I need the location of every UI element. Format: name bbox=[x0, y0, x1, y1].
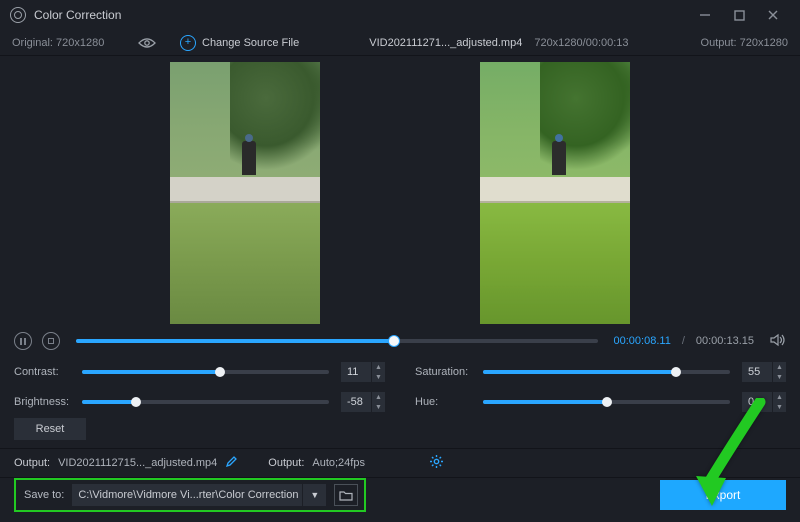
change-source-button[interactable]: + Change Source File bbox=[180, 35, 299, 51]
volume-icon[interactable] bbox=[770, 333, 786, 350]
saturation-value[interactable]: 55▲▼ bbox=[742, 362, 786, 382]
header-bar: Original: 720x1280 + Change Source File … bbox=[0, 30, 800, 56]
time-separator: / bbox=[682, 335, 685, 347]
timeline-slider[interactable] bbox=[76, 339, 598, 343]
change-source-label: Change Source File bbox=[202, 37, 299, 49]
original-preview bbox=[170, 62, 320, 324]
time-current: 00:00:08.11 bbox=[614, 335, 671, 347]
reset-button[interactable]: Reset bbox=[14, 418, 86, 440]
preview-toggle-icon[interactable] bbox=[132, 37, 162, 49]
saturation-control: Saturation: 55▲▼ bbox=[415, 362, 786, 382]
original-label-block: Original: 720x1280 bbox=[12, 37, 132, 49]
save-to-label: Save to: bbox=[24, 489, 64, 501]
output-label: Output: bbox=[701, 37, 737, 49]
output-info-row: Output: VID2021112715..._adjusted.mp4 Ou… bbox=[0, 449, 800, 477]
output-file-label: Output: bbox=[14, 457, 50, 469]
contrast-value[interactable]: 11▲▼ bbox=[341, 362, 385, 382]
contrast-label: Contrast: bbox=[14, 366, 78, 378]
save-row: Save to: C:\Vidmore\Vidmore Vi...rter\Co… bbox=[0, 478, 800, 512]
edit-filename-icon[interactable] bbox=[225, 455, 238, 471]
contrast-control: Contrast: 11▲▼ bbox=[14, 362, 385, 382]
stepper-up-icon[interactable]: ▲ bbox=[773, 362, 786, 372]
output-label-block: Output: 720x1280 bbox=[701, 37, 788, 49]
save-path-dropdown[interactable]: ▼ bbox=[302, 484, 326, 506]
controls-grid: Contrast: 11▲▼ Saturation: 55▲▼ Brightne… bbox=[0, 356, 800, 414]
app-icon bbox=[10, 7, 26, 23]
stepper-up-icon[interactable]: ▲ bbox=[372, 392, 385, 402]
minimize-button[interactable] bbox=[688, 0, 722, 30]
stop-button[interactable] bbox=[42, 332, 60, 350]
save-path-field[interactable]: C:\Vidmore\Vidmore Vi...rter\Color Corre… bbox=[72, 484, 302, 506]
stepper-down-icon[interactable]: ▼ bbox=[773, 372, 786, 382]
output-format-label: Output: bbox=[268, 457, 304, 469]
saturation-label: Saturation: bbox=[415, 366, 479, 378]
stepper-down-icon[interactable]: ▼ bbox=[372, 402, 385, 412]
hue-slider[interactable] bbox=[483, 400, 730, 404]
output-format: Auto;24fps bbox=[312, 457, 365, 469]
settings-icon[interactable] bbox=[429, 454, 444, 472]
preview-area bbox=[0, 56, 800, 326]
save-to-highlight: Save to: C:\Vidmore\Vidmore Vi...rter\Co… bbox=[14, 478, 366, 512]
original-dims: 720x1280 bbox=[56, 37, 104, 49]
export-button[interactable]: Export bbox=[660, 480, 786, 510]
hue-value[interactable]: 0▲▼ bbox=[742, 392, 786, 412]
brightness-value[interactable]: -58▲▼ bbox=[341, 392, 385, 412]
source-dims-duration: 720x1280/00:00:13 bbox=[534, 37, 628, 49]
output-filename: VID2021112715..._adjusted.mp4 bbox=[58, 457, 217, 469]
close-button[interactable] bbox=[756, 0, 790, 30]
brightness-slider[interactable] bbox=[82, 400, 329, 404]
browse-folder-button[interactable] bbox=[334, 484, 358, 506]
time-total: 00:00:13.15 bbox=[696, 335, 754, 347]
stepper-up-icon[interactable]: ▲ bbox=[372, 362, 385, 372]
brightness-label: Brightness: bbox=[14, 396, 78, 408]
source-filename: VID202111271..._adjusted.mp4 bbox=[369, 37, 522, 49]
stepper-down-icon[interactable]: ▼ bbox=[372, 372, 385, 382]
output-dims: 720x1280 bbox=[740, 37, 788, 49]
hue-control: Hue: 0▲▼ bbox=[415, 392, 786, 412]
stepper-down-icon[interactable]: ▼ bbox=[773, 402, 786, 412]
maximize-button[interactable] bbox=[722, 0, 756, 30]
window-title: Color Correction bbox=[34, 8, 121, 22]
output-preview bbox=[480, 62, 630, 324]
brightness-control: Brightness: -58▲▼ bbox=[14, 392, 385, 412]
playback-bar: 00:00:08.11 / 00:00:13.15 bbox=[0, 326, 800, 356]
contrast-slider[interactable] bbox=[82, 370, 329, 374]
original-label: Original: bbox=[12, 37, 53, 49]
titlebar: Color Correction bbox=[0, 0, 800, 30]
saturation-slider[interactable] bbox=[483, 370, 730, 374]
pause-button[interactable] bbox=[14, 332, 32, 350]
plus-icon: + bbox=[180, 35, 196, 51]
stepper-up-icon[interactable]: ▲ bbox=[773, 392, 786, 402]
reset-row: Reset bbox=[0, 414, 800, 448]
hue-label: Hue: bbox=[415, 396, 479, 408]
